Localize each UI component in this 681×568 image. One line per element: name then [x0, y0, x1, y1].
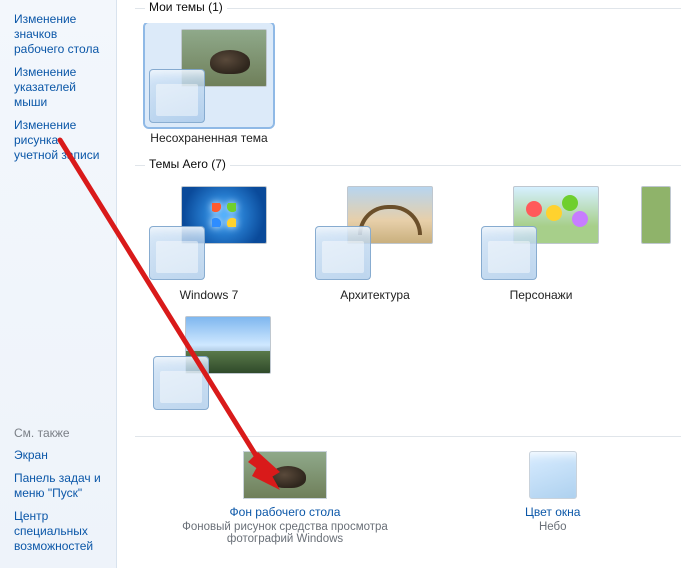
theme-landscapes[interactable] — [143, 310, 283, 418]
link-desktop-icons[interactable]: Изменение значков рабочего стола — [14, 8, 102, 61]
theme-unsaved[interactable]: Несохраненная тема — [139, 23, 279, 145]
window-color-overlay — [149, 69, 205, 123]
section-header-my-themes: Мои темы (1) — [145, 0, 227, 14]
section-aero-themes: Темы Aero (7) Windows 7 Архитектура — [135, 165, 681, 426]
bottom-settings-row: Фон рабочего стола Фоновый рисунок средс… — [135, 437, 681, 545]
window-color-preview — [529, 451, 577, 499]
theme-partial[interactable] — [637, 180, 677, 302]
desktop-background-value: Фоновый рисунок средства просмотра фотог… — [165, 521, 405, 545]
setting-window-color[interactable]: Цвет окна Небо — [525, 451, 580, 533]
link-mouse-pointers[interactable]: Изменение указателей мыши — [14, 61, 102, 114]
theme-label: Архитектура — [340, 288, 410, 302]
theme-characters[interactable]: Персонажи — [471, 180, 611, 302]
theme-label: Несохраненная тема — [150, 131, 267, 145]
window-color-overlay — [481, 226, 537, 280]
window-color-value: Небо — [539, 521, 567, 533]
setting-desktop-background[interactable]: Фон рабочего стола Фоновый рисунок средс… — [165, 451, 405, 545]
see-also-header: См. также — [14, 422, 102, 444]
window-color-overlay — [153, 356, 209, 410]
link-ease-of-access[interactable]: Центр специальных возможностей — [14, 505, 102, 558]
sidebar: Изменение значков рабочего стола Изменен… — [0, 0, 117, 568]
link-account-picture[interactable]: Изменение рисунка учетной записи — [14, 114, 102, 167]
window-color-overlay — [315, 226, 371, 280]
link-taskbar-start[interactable]: Панель задач и меню "Пуск" — [14, 467, 102, 505]
wallpaper-thumb — [641, 186, 671, 244]
main-panel: Мои темы (1) Несохраненная тема Темы Aer… — [117, 0, 681, 568]
wallpaper-preview — [243, 451, 327, 499]
theme-architecture[interactable]: Архитектура — [305, 180, 445, 302]
link-desktop-background[interactable]: Фон рабочего стола — [230, 505, 341, 519]
sidebar-see-also: См. также Экран Панель задач и меню "Пус… — [14, 422, 102, 558]
section-header-aero: Темы Aero (7) — [145, 157, 230, 171]
window-color-overlay — [149, 226, 205, 280]
theme-windows7[interactable]: Windows 7 — [139, 180, 279, 302]
theme-label: Персонажи — [510, 288, 573, 302]
theme-label: Windows 7 — [180, 288, 239, 302]
section-my-themes: Мои темы (1) Несохраненная тема — [135, 8, 681, 153]
link-window-color[interactable]: Цвет окна — [525, 505, 580, 519]
sidebar-top-links: Изменение значков рабочего стола Изменен… — [14, 8, 102, 167]
link-display[interactable]: Экран — [14, 444, 102, 467]
